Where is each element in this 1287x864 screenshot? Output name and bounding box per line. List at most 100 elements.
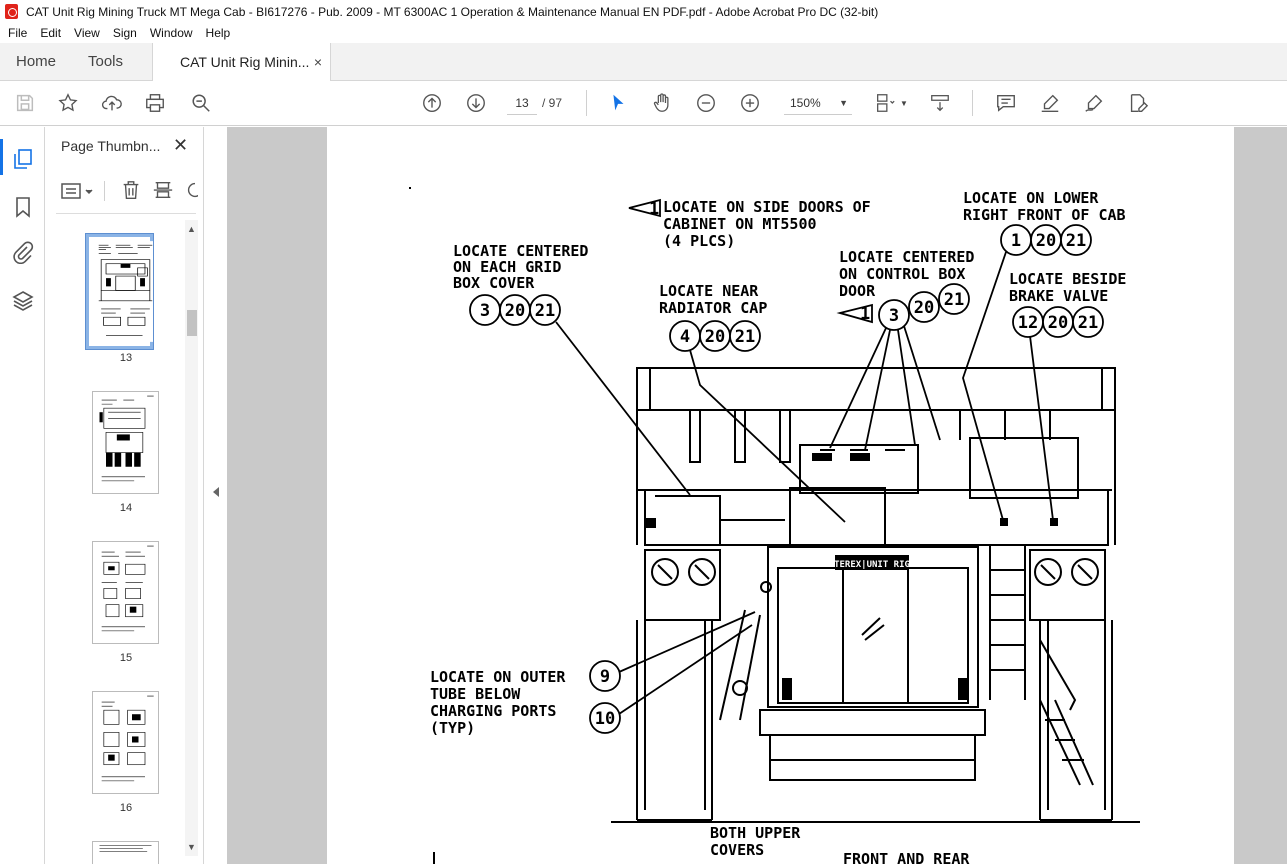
truck-body — [611, 367, 1140, 823]
label-outer-tube: (TYP) — [430, 719, 475, 737]
label-outer-tube: TUBE BELOW — [430, 685, 521, 703]
menu-help[interactable]: Help — [202, 26, 235, 40]
document-area[interactable]: LOCATE ON SIDE DOORS OF CABINET ON MT550… — [227, 127, 1287, 864]
thumbnails-scrollbar[interactable]: ▲ ▼ — [185, 220, 198, 856]
bubble-number: 21 — [535, 301, 555, 321]
label-lower-cab: LOCATE ON LOWER — [963, 189, 1099, 207]
label-upper-covers: BOTH UPPER — [710, 824, 801, 842]
menu-file[interactable]: File — [4, 26, 31, 40]
menu-bar: File Edit View Sign Window Help — [0, 23, 1287, 43]
bubble-number: 21 — [1078, 313, 1098, 333]
label-brake-valve: LOCATE BESIDE — [1009, 270, 1126, 288]
bookmark-icon[interactable] — [11, 195, 35, 219]
panel-collapse-handle[interactable] — [204, 127, 227, 864]
print-icon[interactable] — [143, 91, 167, 115]
page-up-icon[interactable] — [420, 91, 444, 115]
select-cursor-icon[interactable] — [606, 91, 630, 115]
thumbnail-label: 16 — [119, 802, 133, 814]
menu-view[interactable]: View — [70, 26, 104, 40]
label-side-doors: LOCATE ON SIDE DOORS OF — [663, 198, 871, 216]
bubble-number: 20 — [505, 301, 525, 321]
bubble-number: 20 — [914, 298, 934, 318]
menu-sign[interactable]: Sign — [109, 26, 141, 40]
thumbnail-page-next[interactable] — [92, 841, 159, 864]
page-down-icon[interactable] — [464, 91, 488, 115]
close-icon[interactable]: × — [314, 54, 322, 70]
document-scrollbar[interactable] — [1235, 127, 1287, 864]
zoom-in-icon[interactable] — [738, 91, 762, 115]
scrollbar-thumb[interactable] — [187, 310, 197, 336]
thumbnail-page-13[interactable] — [85, 233, 158, 350]
thumbnail-options-icon[interactable] — [60, 181, 94, 201]
delete-icon[interactable] — [120, 179, 142, 201]
highlight-icon[interactable] — [1038, 91, 1062, 115]
label-front-rear: FRONT AND REAR — [843, 850, 970, 864]
label-control-box: DOOR — [839, 282, 876, 300]
tab-home[interactable]: Home — [16, 43, 56, 80]
left-rail — [0, 127, 45, 864]
thumbnail-label: 14 — [119, 502, 133, 514]
extract-pages-icon[interactable] — [152, 179, 174, 201]
label-control-box: LOCATE CENTERED — [839, 248, 974, 266]
thumbnails-panel: Page Thumbn... ✕ 13 14 15 16 ▲ ▼ — [46, 127, 204, 864]
bubble-number: 3 — [480, 301, 490, 321]
thumbnail-page-14[interactable] — [92, 391, 159, 494]
toolbar-divider — [586, 90, 587, 116]
chevron-left-icon[interactable] — [213, 487, 219, 497]
menu-edit[interactable]: Edit — [36, 26, 65, 40]
sign-icon[interactable] — [1082, 91, 1106, 115]
star-icon[interactable] — [56, 91, 80, 115]
label-upper-covers: COVERS — [710, 841, 764, 859]
bubble-number: 20 — [705, 327, 725, 347]
label-lower-cab: RIGHT FRONT OF CAB — [963, 206, 1126, 224]
label-radiator: RADIATOR CAP — [659, 299, 767, 317]
menu-window[interactable]: Window — [146, 26, 197, 40]
toolbar — [0, 81, 1287, 126]
truck-decal-drawing: LOCATE ON SIDE DOORS OF CABINET ON MT550… — [409, 187, 1140, 864]
page-thumbnails-icon[interactable] — [11, 147, 35, 171]
panel-divider — [56, 213, 196, 214]
bubble-number: 21 — [944, 290, 964, 310]
tab-document-label: CAT Unit Rig Minin... — [180, 54, 310, 70]
label-brake-valve: BRAKE VALVE — [1009, 287, 1108, 305]
upload-icon[interactable] — [100, 91, 124, 115]
bubble-number: 21 — [1066, 231, 1086, 251]
thumbnail-page-16[interactable] — [92, 691, 159, 794]
scroll-mode-icon[interactable] — [928, 91, 952, 115]
bubble-number: 3 — [889, 306, 899, 326]
close-panel-icon[interactable]: ✕ — [173, 135, 188, 156]
panel-title: Page Thumbn... — [61, 138, 161, 154]
page-number-input[interactable]: 13 — [507, 91, 537, 115]
page-count: / 97 — [542, 96, 563, 110]
layers-icon[interactable] — [11, 289, 35, 313]
panel-toolbar — [46, 173, 204, 207]
comment-icon[interactable] — [994, 91, 1018, 115]
flag-number: 1 — [860, 304, 870, 324]
scroll-down-icon[interactable]: ▼ — [187, 842, 196, 852]
label-control-box: ON CONTROL BOX — [839, 265, 965, 283]
label-outer-tube: LOCATE ON OUTER — [430, 668, 566, 686]
rotate-icon[interactable] — [184, 179, 198, 201]
window-title: CAT Unit Rig Mining Truck MT Mega Cab - … — [26, 4, 879, 19]
save-icon[interactable] — [13, 91, 37, 115]
bubble-number: 10 — [595, 709, 615, 729]
page-layout-icon[interactable] — [873, 91, 897, 115]
zoom-out-icon[interactable] — [694, 91, 718, 115]
bubble-number: 20 — [1036, 231, 1056, 251]
chevron-down-icon[interactable]: ▼ — [899, 98, 909, 108]
attachment-icon[interactable] — [11, 240, 35, 265]
label-radiator: LOCATE NEAR — [659, 282, 759, 300]
bubble-number: 21 — [735, 327, 755, 347]
nameplate-text: TEREX|UNIT RIG — [834, 560, 910, 570]
tab-tools[interactable]: Tools — [88, 43, 123, 80]
scroll-up-icon[interactable]: ▲ — [187, 224, 196, 234]
title-bar: CAT Unit Rig Mining Truck MT Mega Cab - … — [0, 0, 1287, 23]
hand-icon[interactable] — [650, 91, 674, 115]
toolbar-divider — [972, 90, 973, 116]
zoom-select[interactable]: 150% ▼ — [784, 91, 852, 115]
tab-document[interactable]: CAT Unit Rig Minin... × — [152, 43, 331, 81]
thumbnail-page-15[interactable] — [92, 541, 159, 644]
search-zoom-icon[interactable] — [189, 91, 213, 115]
edit-pdf-icon[interactable] — [1126, 91, 1150, 115]
thumbnail-label: 15 — [119, 652, 133, 664]
